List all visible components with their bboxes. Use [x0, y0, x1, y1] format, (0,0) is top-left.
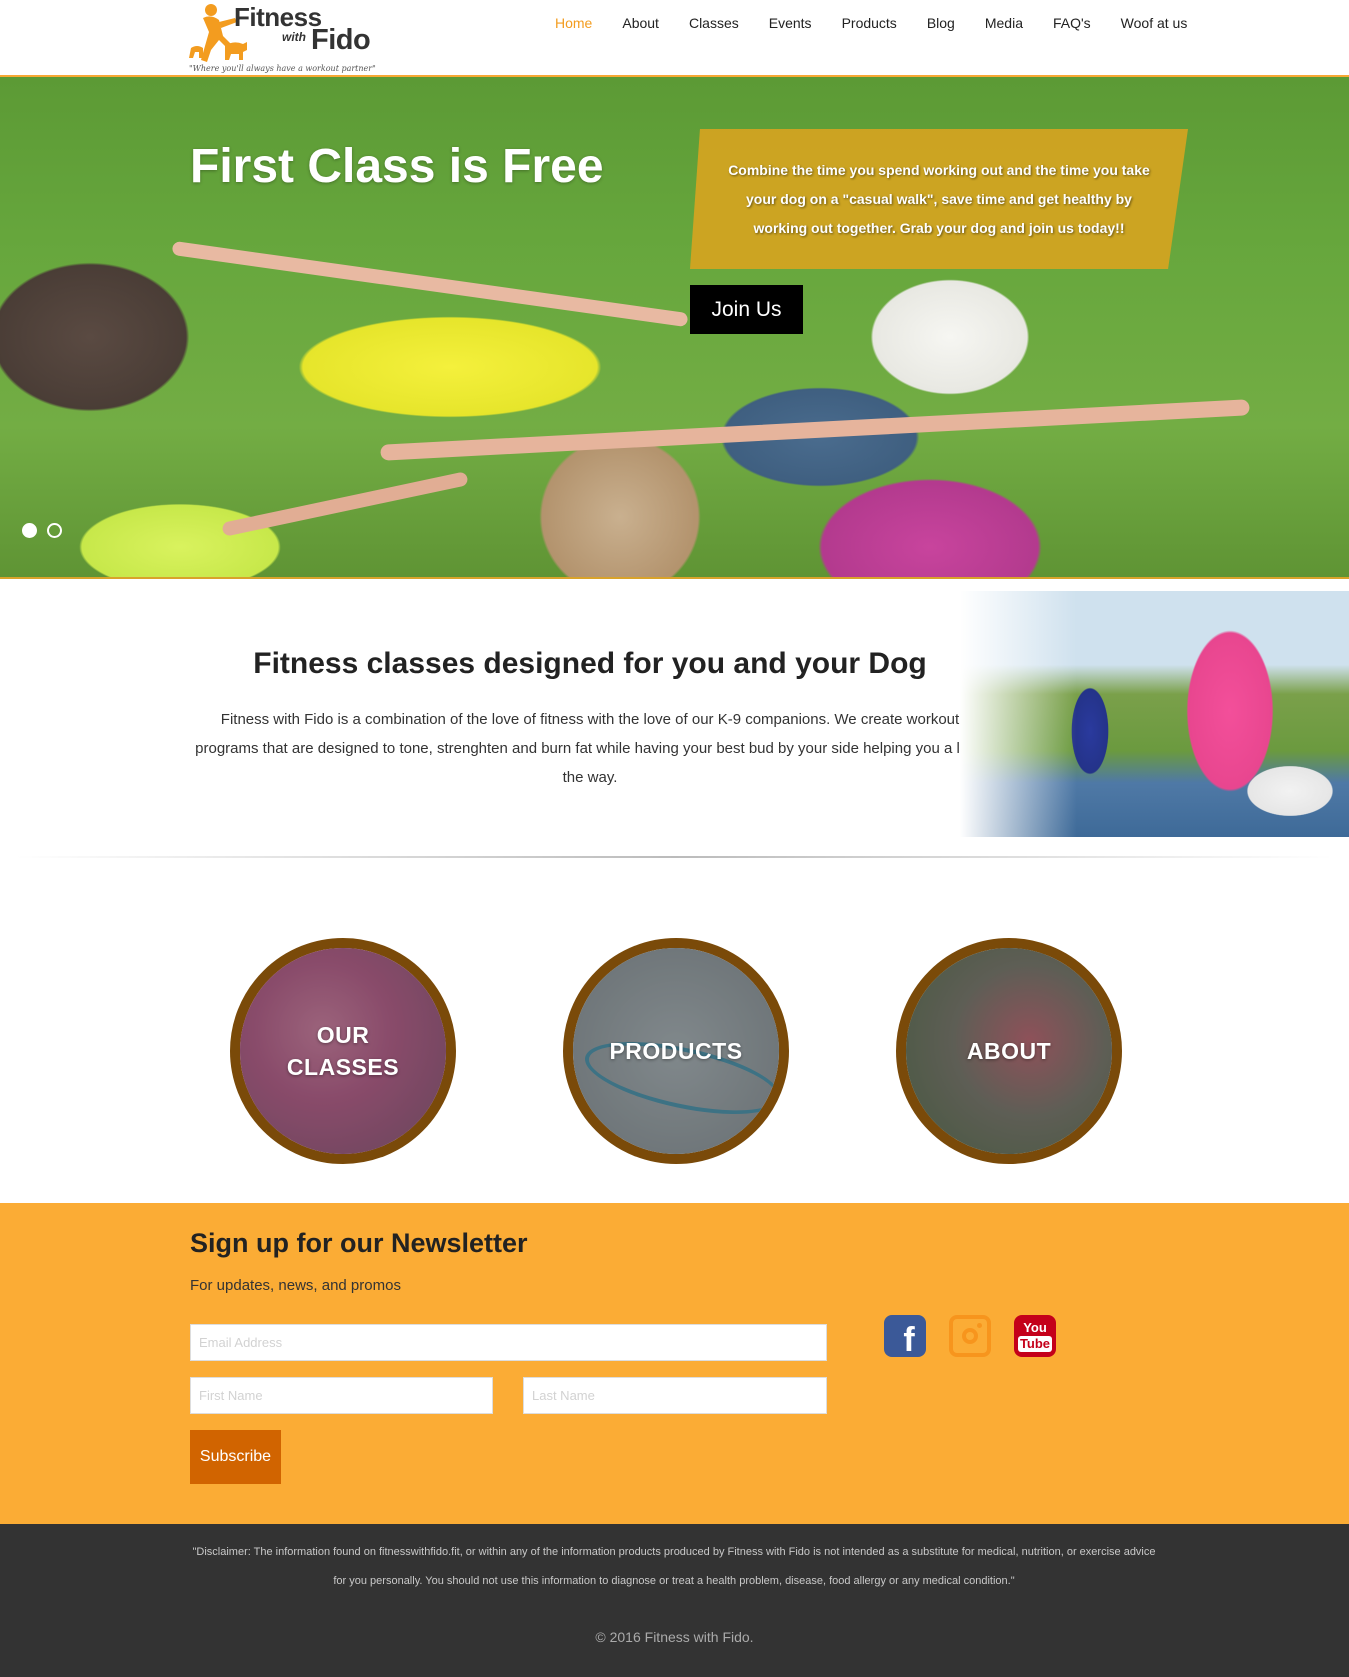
hero-callout-text: Combine the time you spend working out a… [728, 161, 1150, 236]
slider-dot-1[interactable] [22, 523, 37, 538]
logo-title-fitness: Fitness [234, 2, 322, 32]
nav-item-home[interactable]: Home [540, 14, 607, 32]
hero-slider: First Class is Free Combine the time you… [0, 77, 1349, 579]
nav-item-products[interactable]: Products [827, 14, 912, 32]
newsletter-title: Sign up for our Newsletter [190, 1228, 528, 1258]
instagram-dot [977, 1323, 982, 1328]
slider-pagination [22, 523, 62, 538]
about-label: ABOUT [966, 1038, 1052, 1064]
nav-item-media[interactable]: Media [970, 14, 1038, 32]
slider-dot-2[interactable] [47, 523, 62, 538]
instagram-lens [962, 1328, 978, 1344]
intro-title: Fitness classes designed for you and you… [253, 647, 927, 680]
logo-title-with: with [282, 30, 306, 44]
site-logo[interactable]: Fitness with Fido "Where you'll always h… [189, 2, 389, 74]
instagram-icon[interactable] [949, 1315, 991, 1357]
intro-section: Fitness classes designed for you and you… [0, 581, 1349, 861]
hero-callout-box: Combine the time you spend working out a… [690, 129, 1188, 269]
hero-title: First Class is Free [190, 140, 604, 193]
join-us-button[interactable]: Join Us [690, 285, 803, 334]
products-circle-link[interactable]: PRODUCTS [563, 938, 789, 1164]
youtube-text-tube: Tube [1017, 1336, 1053, 1352]
nav-item-blog[interactable]: Blog [912, 14, 970, 32]
last-name-field[interactable] [523, 1377, 827, 1414]
intro-text: Fitness with Fido is a combination of th… [195, 711, 985, 786]
nav-item-woof-at-us[interactable]: Woof at us [1106, 14, 1203, 32]
disclaimer-text: "Disclaimer: The information found on fi… [192, 1546, 1156, 1587]
site-footer: "Disclaimer: The information found on fi… [0, 1524, 1349, 1677]
logo-title-fido: Fido [311, 24, 371, 56]
photo-fade [960, 591, 1349, 837]
subscribe-button[interactable]: Subscribe [190, 1430, 281, 1484]
newsletter-section: Sign up for our Newsletter For updates, … [0, 1203, 1349, 1524]
runners-with-dogs-image [960, 591, 1349, 837]
nav-item-faqs[interactable]: FAQ's [1038, 14, 1106, 32]
facebook-icon[interactable]: f [884, 1315, 926, 1359]
site-header: Fitness with Fido "Where you'll always h… [0, 0, 1349, 77]
nav-item-classes[interactable]: Classes [674, 14, 754, 32]
logo-tagline: "Where you'll always have a workout part… [189, 64, 376, 73]
nav-item-events[interactable]: Events [754, 14, 827, 32]
our-classes-label: OUR CLASSES [286, 1022, 400, 1080]
facebook-glyph: f [903, 1320, 915, 1359]
youtube-text-you: You [1023, 1320, 1047, 1335]
nav-item-about[interactable]: About [607, 14, 674, 32]
main-nav: Home About Classes Events Products Blog … [540, 14, 1202, 32]
newsletter-subtitle: For updates, news, and promos [190, 1277, 401, 1294]
youtube-icon[interactable]: You Tube [1014, 1315, 1056, 1357]
products-label: PRODUCTS [609, 1038, 743, 1064]
our-classes-circle-link[interactable]: OUR CLASSES [230, 938, 456, 1164]
copyright-text: © 2016 Fitness with Fido. [595, 1629, 754, 1645]
email-field[interactable] [190, 1324, 827, 1361]
section-divider [16, 856, 1333, 858]
about-circle-link[interactable]: ABOUT [896, 938, 1122, 1164]
first-name-field[interactable] [190, 1377, 493, 1414]
